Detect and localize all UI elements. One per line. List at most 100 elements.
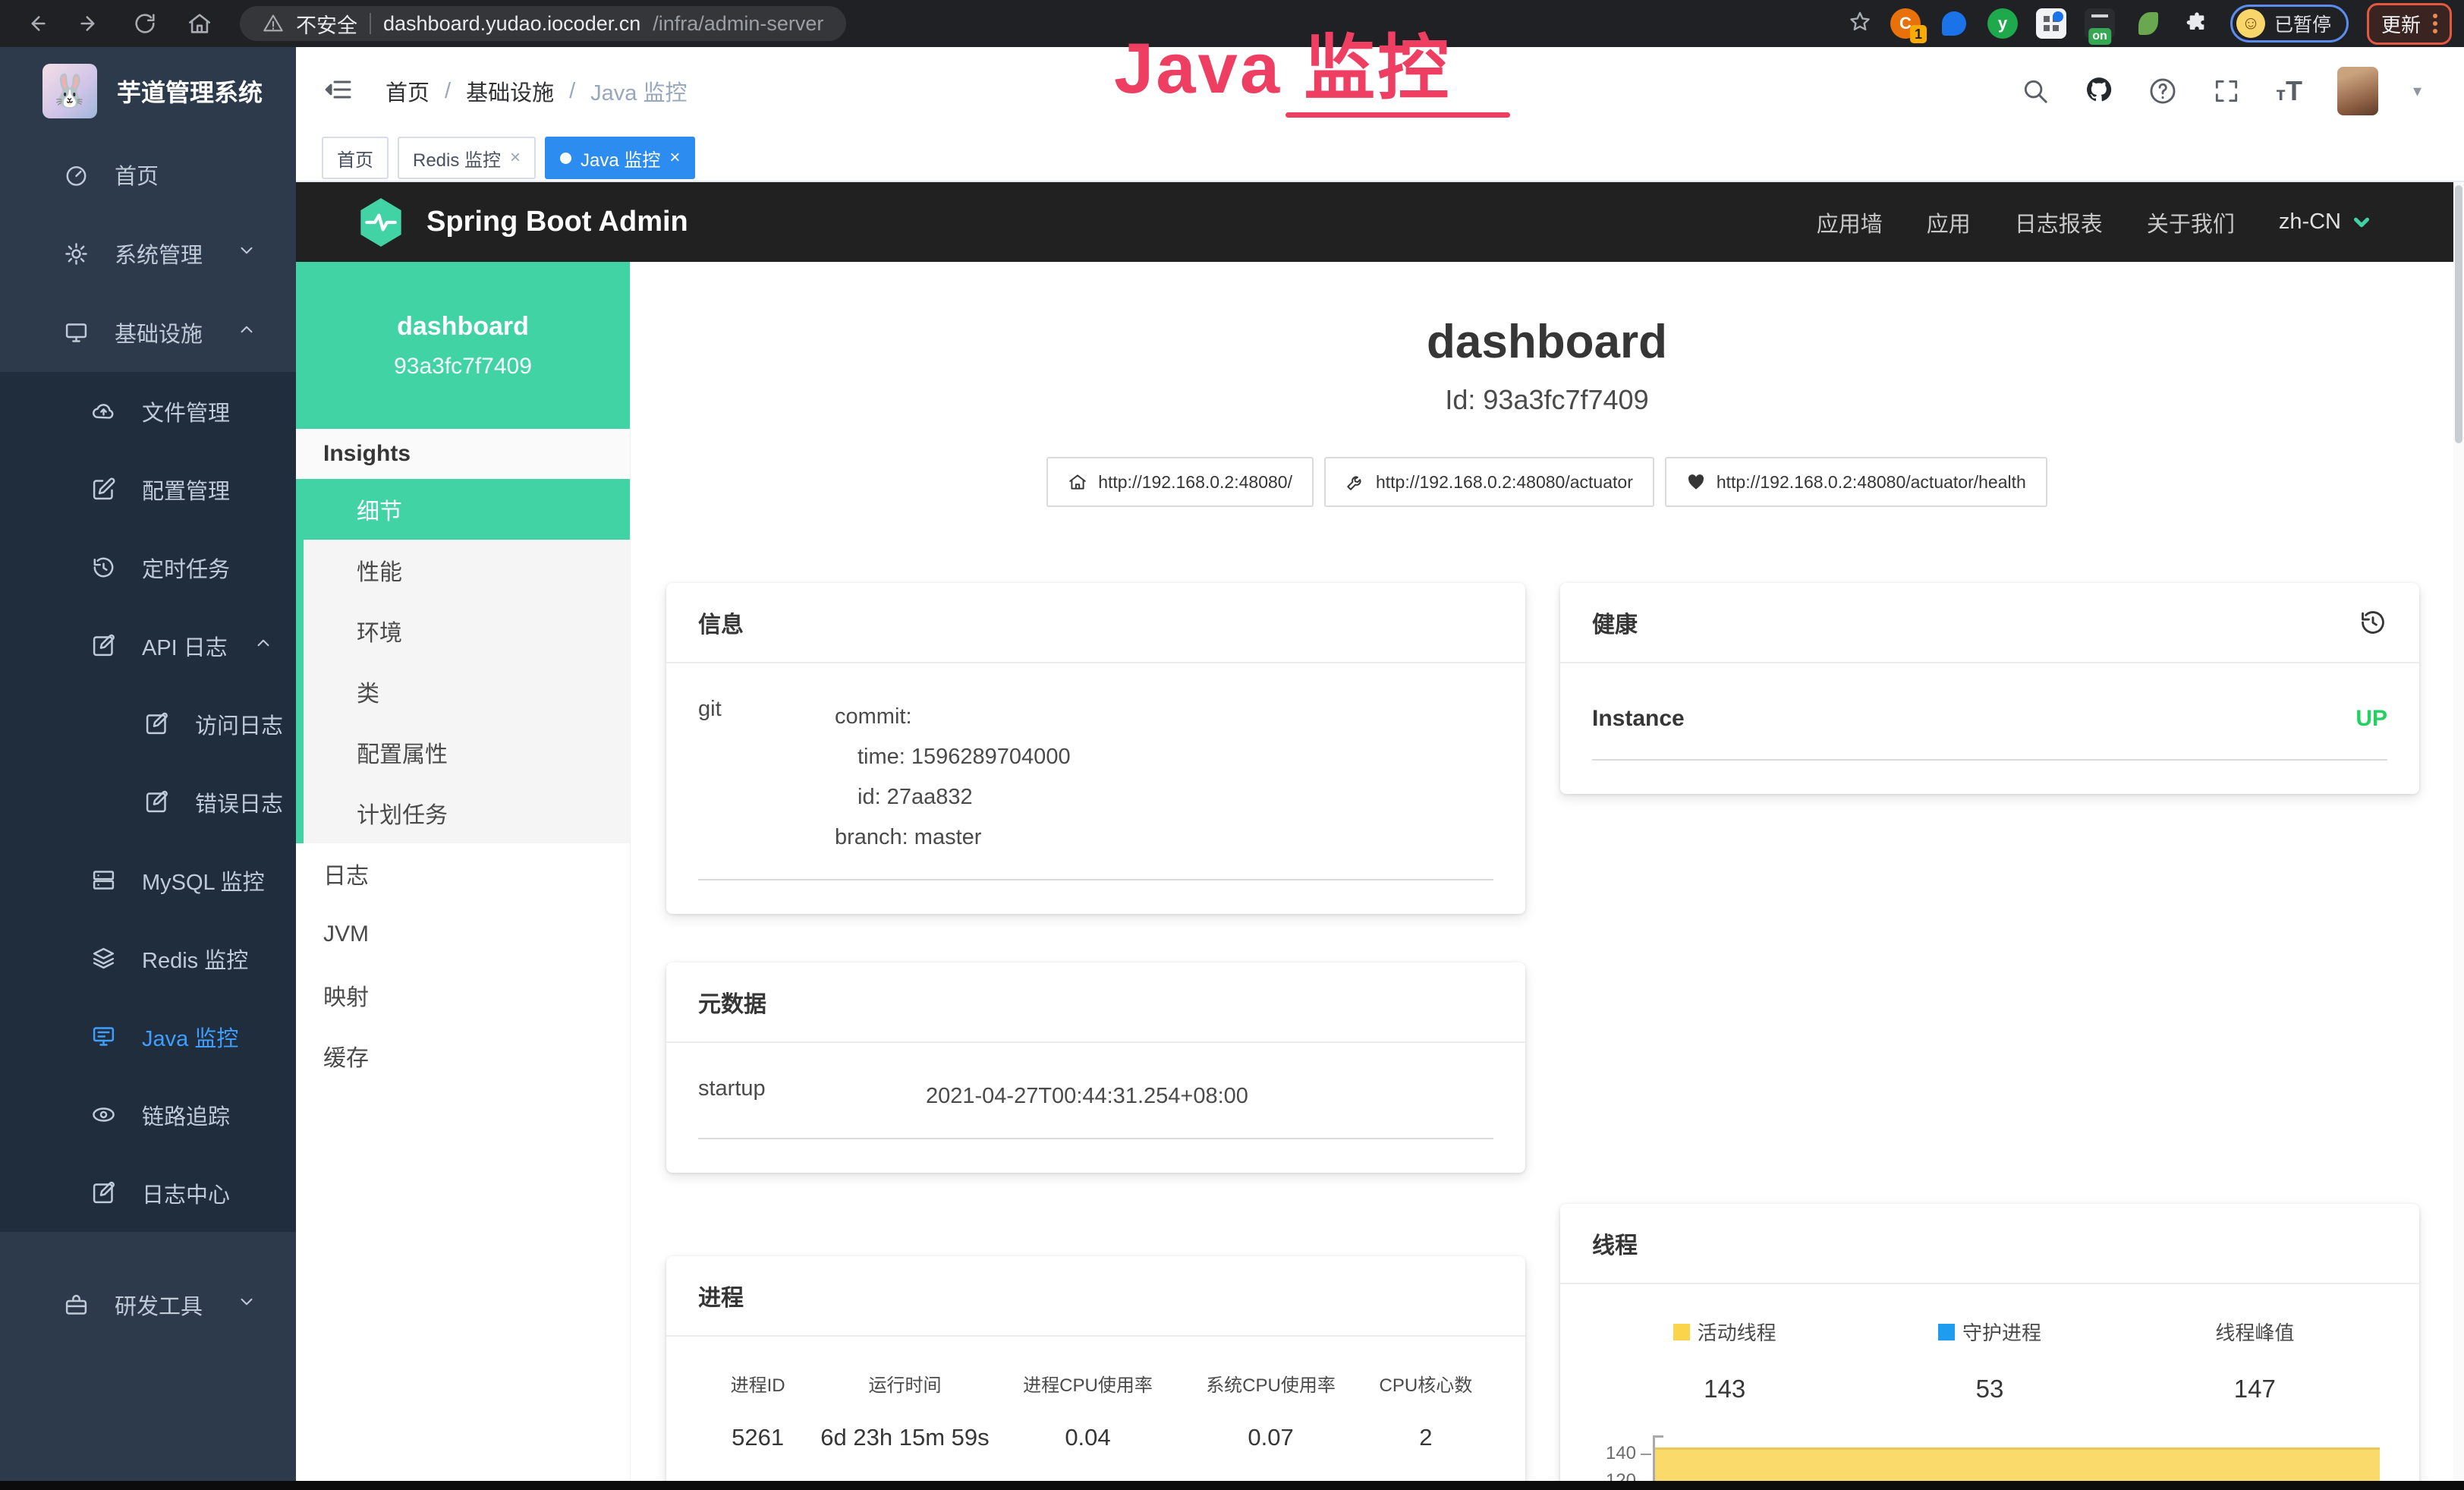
- sba-group-insights[interactable]: Insights: [296, 429, 630, 479]
- back-icon[interactable]: [23, 11, 49, 36]
- metadata-card: 元数据 startup 2021-04-27T00:44:31.254+08:0…: [666, 962, 1525, 1173]
- tab-java-monitor[interactable]: Java 监控 ×: [545, 137, 695, 179]
- extension-leaf-icon[interactable]: [2133, 8, 2163, 39]
- tab-redis-monitor[interactable]: Redis 监控 ×: [398, 137, 536, 179]
- reload-icon[interactable]: [132, 11, 158, 36]
- sidebar-item-log-center[interactable]: 日志中心: [0, 1154, 296, 1232]
- sba-item-environment[interactable]: 环境: [304, 600, 630, 661]
- help-icon[interactable]: [2148, 77, 2177, 106]
- url-divider: [370, 13, 371, 34]
- sidebar-item-home[interactable]: 首页: [0, 135, 296, 214]
- breadcrumb-home[interactable]: 首页: [385, 75, 430, 107]
- actuator-url-link[interactable]: http://192.168.0.2:48080/actuator: [1324, 457, 1654, 507]
- browser-menu-icon[interactable]: [2433, 14, 2437, 33]
- wrench-icon: [1345, 472, 1365, 492]
- daemon-threads-value: 53: [1857, 1375, 2122, 1403]
- breadcrumb-infra[interactable]: 基础设施: [466, 75, 554, 107]
- sba-nav-wallboard[interactable]: 应用墙: [1817, 206, 1883, 238]
- sba-item-config-props[interactable]: 配置属性: [304, 722, 630, 783]
- browser-update-button[interactable]: 更新: [2367, 3, 2452, 45]
- sba-item-mappings[interactable]: 映射: [296, 965, 630, 1025]
- extension-y-icon[interactable]: y: [1987, 8, 2018, 39]
- github-icon[interactable]: [2085, 75, 2113, 108]
- process-card-title: 进程: [666, 1256, 1525, 1337]
- sidebar-item-files[interactable]: 文件管理: [0, 372, 296, 450]
- health-url-link[interactable]: http://192.168.0.2:48080/actuator/health: [1665, 457, 2047, 507]
- sidebar-item-dev-tools[interactable]: 研发工具: [0, 1265, 296, 1344]
- blue-swatch-icon: [1938, 1324, 1955, 1340]
- extension-colorzilla-icon[interactable]: C1: [1890, 8, 1921, 39]
- layers-icon: [91, 946, 116, 971]
- sba-instance-header[interactable]: dashboard 93a3fc7f7409: [296, 262, 630, 429]
- health-history-icon[interactable]: [2359, 608, 2387, 637]
- sidebar-item-trace[interactable]: 链路追踪: [0, 1076, 296, 1154]
- extension-switch-icon[interactable]: on: [2085, 8, 2115, 39]
- git-id-line: id: 27aa832: [835, 777, 1071, 817]
- app-title: 芋道管理系统: [117, 74, 263, 109]
- status-badge: UP: [2355, 706, 2387, 732]
- extensions-puzzle-icon[interactable]: [2182, 8, 2212, 39]
- sba-item-classes[interactable]: 类: [304, 661, 630, 722]
- extension-pin-icon[interactable]: [1939, 8, 1969, 39]
- sba-nav-journal[interactable]: 日志报表: [2015, 206, 2103, 238]
- sidebar-item-infra[interactable]: 基础设施: [0, 293, 296, 372]
- sidebar-bottom-group: 研发工具: [0, 1265, 296, 1344]
- java-monitor-icon: [91, 1024, 116, 1049]
- sba-item-metrics[interactable]: 性能: [304, 540, 630, 600]
- tab-home[interactable]: 首页: [322, 137, 389, 179]
- sba-item-scheduled-tasks[interactable]: 计划任务: [304, 783, 630, 843]
- search-icon[interactable]: [2021, 77, 2050, 106]
- content-scrollbar[interactable]: [2453, 182, 2464, 1490]
- home-browser-icon[interactable]: [187, 11, 212, 36]
- forward-icon[interactable]: [77, 11, 103, 36]
- sidebar-item-java-monitor[interactable]: Java 监控: [0, 997, 296, 1076]
- close-icon[interactable]: ×: [669, 147, 680, 169]
- bookmark-star-icon[interactable]: [1848, 10, 1872, 38]
- sba-item-jvm[interactable]: JVM: [296, 904, 630, 965]
- git-commit-line: commit:: [835, 697, 1071, 737]
- sba-nav-about[interactable]: 关于我们: [2147, 206, 2235, 238]
- font-size-icon[interactable]: тT: [2276, 75, 2302, 107]
- threads-card: 线程 活动线程 守护进程 线程峰值: [1560, 1204, 2419, 1490]
- gear-icon: [64, 241, 89, 266]
- extension-grid-icon[interactable]: [2036, 8, 2066, 39]
- sba-item-details[interactable]: 细节: [304, 479, 630, 540]
- home-icon: [1068, 472, 1087, 492]
- sidebar-item-error-log[interactable]: 错误日志: [0, 763, 296, 841]
- edit-square-icon: [91, 1180, 116, 1205]
- toolbox-icon: [64, 1293, 89, 1318]
- threads-legend: 活动线程 守护进程 线程峰值: [1592, 1318, 2387, 1346]
- service-url-link[interactable]: http://192.168.0.2:48080/: [1046, 457, 1314, 507]
- breadcrumb-separator: /: [445, 79, 451, 104]
- sidebar-item-mysql[interactable]: MySQL 监控: [0, 841, 296, 919]
- sba-item-logs[interactable]: 日志: [296, 843, 630, 904]
- sba-nav-applications[interactable]: 应用: [1927, 206, 1971, 238]
- fullscreen-icon[interactable]: [2212, 77, 2241, 106]
- health-card-title: 健康: [1592, 606, 1638, 639]
- sidebar-item-jobs[interactable]: 定时任务: [0, 528, 296, 606]
- sidebar-item-config[interactable]: 配置管理: [0, 450, 296, 528]
- peak-threads-value: 147: [2123, 1375, 2387, 1403]
- legend-live-threads: 活动线程: [1592, 1318, 1857, 1346]
- sidebar-item-access-log[interactable]: 访问日志: [0, 685, 296, 763]
- avatar-caret-icon[interactable]: ▾: [2413, 81, 2422, 101]
- health-instance-row[interactable]: Instance UP: [1592, 706, 2387, 761]
- update-label: 更新: [2381, 10, 2421, 38]
- sidebar-item-api-log[interactable]: API 日志: [0, 606, 296, 685]
- sidebar-item-system[interactable]: 系统管理: [0, 214, 296, 293]
- sidebar-collapse-icon[interactable]: [323, 74, 354, 109]
- sidebar-item-redis[interactable]: Redis 监控: [0, 919, 296, 997]
- security-label: 不安全: [296, 9, 357, 39]
- process-card: 进程 进程ID 运行时间 进程CPU使用率 系统CPU使用率 CPU核心数 52…: [666, 1256, 1525, 1485]
- browser-profile-badge[interactable]: ☺ 已暂停: [2230, 5, 2349, 43]
- address-bar[interactable]: 不安全 dashboard.yudao.iocoder.cn/infra/adm…: [240, 6, 846, 41]
- scrollbar-thumb[interactable]: [2455, 185, 2462, 443]
- sba-item-caches[interactable]: 缓存: [296, 1025, 630, 1086]
- chevron-down-icon: [237, 241, 256, 266]
- sba-brand[interactable]: Spring Boot Admin: [357, 196, 688, 249]
- close-icon[interactable]: ×: [510, 147, 521, 169]
- app-logo-row[interactable]: 🐰 芋道管理系统: [0, 47, 296, 135]
- eye-icon: [91, 1102, 116, 1127]
- user-avatar[interactable]: [2337, 67, 2378, 115]
- sba-locale-select[interactable]: zh-CN: [2279, 209, 2373, 235]
